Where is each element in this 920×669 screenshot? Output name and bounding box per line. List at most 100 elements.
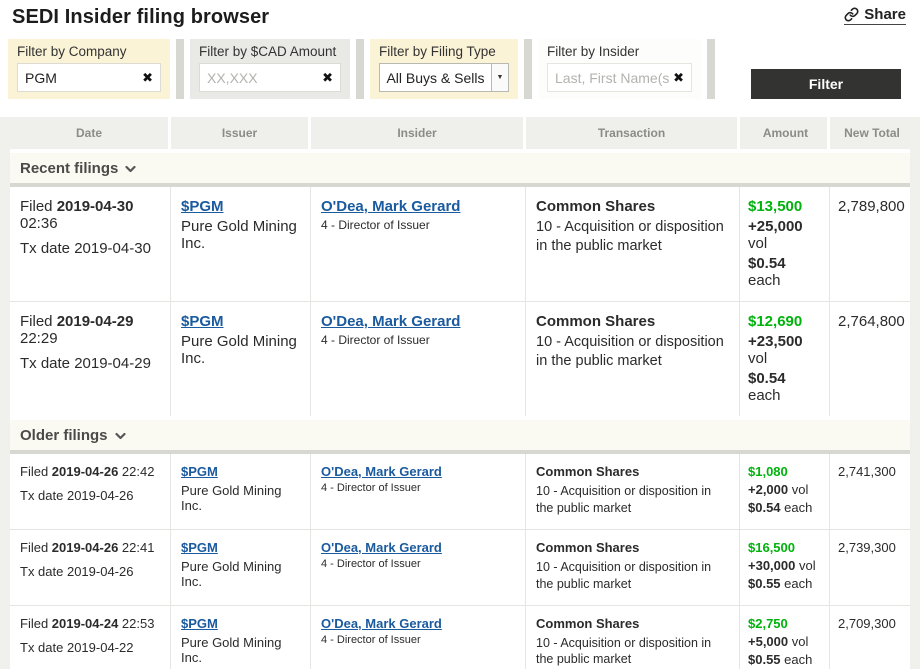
cell-insider: O'Dea, Mark Gerard 4 - Director of Issuer [311, 302, 526, 416]
cell-amount: $12,690+23,500 vol$0.54 each [740, 302, 830, 416]
issuer-ticker-link[interactable]: $PGM [181, 313, 224, 330]
table-body: Recent filings Filed 2019-04-30 02:36Tx d… [10, 153, 910, 669]
issuer-ticker-link[interactable]: $PGM [181, 464, 218, 479]
volume-line: +30,000 vol [748, 558, 821, 573]
transaction-type: 10 - Acquisition or disposition in the p… [536, 333, 731, 371]
issuer-name: Pure Gold Mining Inc. [181, 635, 302, 665]
tx-date-line: Tx date 2019-04-22 [20, 640, 162, 655]
transaction-type: 10 - Acquisition or disposition in the p… [536, 559, 731, 593]
issuer-ticker-link[interactable]: $PGM [181, 616, 218, 631]
insider-role: 4 - Director of Issuer [321, 218, 517, 232]
cell-issuer: $PGM Pure Gold Mining Inc. [171, 606, 311, 669]
clear-cad-amount-icon[interactable]: ✖ [318, 71, 333, 84]
cell-date: Filed 2019-04-30 02:36Tx date 2019-04-30 [10, 187, 171, 301]
share-link[interactable]: Share [844, 6, 906, 25]
security-name: Common Shares [536, 464, 731, 479]
issuer-name: Pure Gold Mining Inc. [181, 483, 302, 513]
table-band: Date Issuer Insider Transaction Amount N… [0, 117, 920, 669]
clear-insider-icon[interactable]: ✖ [669, 71, 684, 84]
insider-role: 4 - Director of Issuer [321, 558, 517, 570]
cad-amount-input[interactable] [207, 70, 318, 86]
section-header-recent-filings[interactable]: Recent filings [10, 153, 910, 187]
filed-line: Filed 2019-04-26 22:41 [20, 540, 162, 555]
tx-date-line: Tx date 2019-04-26 [20, 488, 162, 503]
transaction-type: 10 - Acquisition or disposition in the p… [536, 218, 731, 256]
section-label: Older filings [20, 427, 108, 444]
price-line: $0.55 each [748, 652, 821, 667]
cell-insider: O'Dea, Mark Gerard 4 - Director of Issuer [311, 606, 526, 669]
insider-role: 4 - Director of Issuer [321, 634, 517, 646]
tx-date-line: Tx date 2019-04-29 [20, 355, 162, 372]
issuer-ticker-link[interactable]: $PGM [181, 540, 218, 555]
dropdown-arrow-icon: ▼ [491, 64, 508, 91]
issuer-name: Pure Gold Mining Inc. [181, 218, 302, 252]
insider-role: 4 - Director of Issuer [321, 333, 517, 347]
insider-name-link[interactable]: O'Dea, Mark Gerard [321, 313, 460, 330]
amount-value: $1,080 [748, 464, 821, 479]
cell-issuer: $PGM Pure Gold Mining Inc. [171, 302, 311, 416]
filter-separator [356, 39, 364, 99]
volume-line: +25,000 vol [748, 218, 821, 252]
volume-line: +2,000 vol [748, 482, 821, 497]
filter-insider-label: Filter by Insider [547, 44, 692, 59]
security-name: Common Shares [536, 540, 731, 555]
filter-company-label: Filter by Company [17, 44, 161, 59]
section-label: Recent filings [20, 160, 118, 177]
cell-transaction: Common Shares10 - Acquisition or disposi… [526, 454, 740, 529]
volume-line: +23,500 vol [748, 333, 821, 367]
filter-separator [176, 39, 184, 99]
share-label: Share [864, 6, 906, 23]
insider-name-link[interactable]: O'Dea, Mark Gerard [321, 464, 442, 479]
price-line: $0.54 each [748, 255, 821, 289]
amount-value: $2,750 [748, 616, 821, 631]
table-row: Filed 2019-04-29 22:29Tx date 2019-04-29… [10, 301, 910, 416]
column-header-date: Date [10, 117, 171, 149]
filter-cad-amount: Filter by $CAD Amount ✖ [190, 39, 350, 99]
volume-line: +5,000 vol [748, 634, 821, 649]
cell-new-total: 2,741,300 [830, 454, 910, 529]
insider-name-link[interactable]: O'Dea, Mark Gerard [321, 616, 442, 631]
cell-transaction: Common Shares10 - Acquisition or disposi… [526, 606, 740, 669]
price-line: $0.55 each [748, 576, 821, 591]
filing-type-select[interactable]: All Buys & Sells ▼ [379, 63, 509, 92]
tx-date-line: Tx date 2019-04-26 [20, 564, 162, 579]
cell-new-total: 2,739,300 [830, 530, 910, 605]
cell-issuer: $PGM Pure Gold Mining Inc. [171, 187, 311, 301]
cell-new-total: 2,764,800 [830, 302, 910, 416]
transaction-type: 10 - Acquisition or disposition in the p… [536, 635, 731, 669]
amount-value: $16,500 [748, 540, 821, 555]
cell-amount: $2,750 +5,000 vol $0.55 each [740, 606, 830, 669]
amount-value: $12,690 [748, 313, 821, 330]
insider-input[interactable] [555, 70, 669, 86]
clear-company-icon[interactable]: ✖ [138, 71, 153, 84]
company-input[interactable] [25, 70, 138, 86]
cell-date: Filed 2019-04-26 22:42Tx date 2019-04-26 [10, 454, 171, 529]
cell-issuer: $PGMPure Gold Mining Inc. [171, 530, 311, 605]
filter-separator [524, 39, 532, 99]
table-row: Filed 2019-04-26 22:42Tx date 2019-04-26… [10, 454, 910, 529]
insider-name-link[interactable]: O'Dea, Mark Gerard [321, 198, 460, 215]
table-row: Filed 2019-04-30 02:36Tx date 2019-04-30… [10, 187, 910, 301]
cell-date: Filed 2019-04-29 22:29Tx date 2019-04-29 [10, 302, 171, 416]
link-icon [844, 7, 859, 22]
filings-table: Date Issuer Insider Transaction Amount N… [10, 117, 910, 669]
column-header-insider: Insider [311, 117, 526, 149]
issuer-name: Pure Gold Mining Inc. [181, 333, 302, 367]
column-header-issuer: Issuer [171, 117, 311, 149]
cell-insider: O'Dea, Mark Gerard4 - Director of Issuer [311, 454, 526, 529]
issuer-ticker-link[interactable]: $PGM [181, 198, 224, 215]
insider-name-link[interactable]: O'Dea, Mark Gerard [321, 540, 442, 555]
cell-date: Filed 2019-04-26 22:41 Tx date 2019-04-26 [10, 530, 171, 605]
page-header: SEDI Insider filing browser Share [0, 0, 920, 34]
section-header-older-filings[interactable]: Older filings [10, 420, 910, 454]
cell-new-total: 2,789,800 [830, 187, 910, 301]
column-header-transaction: Transaction [526, 117, 740, 149]
cell-amount: $1,080+2,000 vol$0.54 each [740, 454, 830, 529]
filter-cad-amount-label: Filter by $CAD Amount [199, 44, 341, 59]
filter-submit-button[interactable]: Filter [751, 69, 901, 99]
cell-transaction: Common Shares10 - Acquisition or disposi… [526, 302, 740, 416]
chevron-down-icon [125, 165, 136, 173]
cell-amount: $13,500+25,000 vol$0.54 each [740, 187, 830, 301]
cell-insider: O'Dea, Mark Gerard 4 - Director of Issuer [311, 187, 526, 301]
table-row: Filed 2019-04-26 22:41 Tx date 2019-04-26… [10, 529, 910, 605]
